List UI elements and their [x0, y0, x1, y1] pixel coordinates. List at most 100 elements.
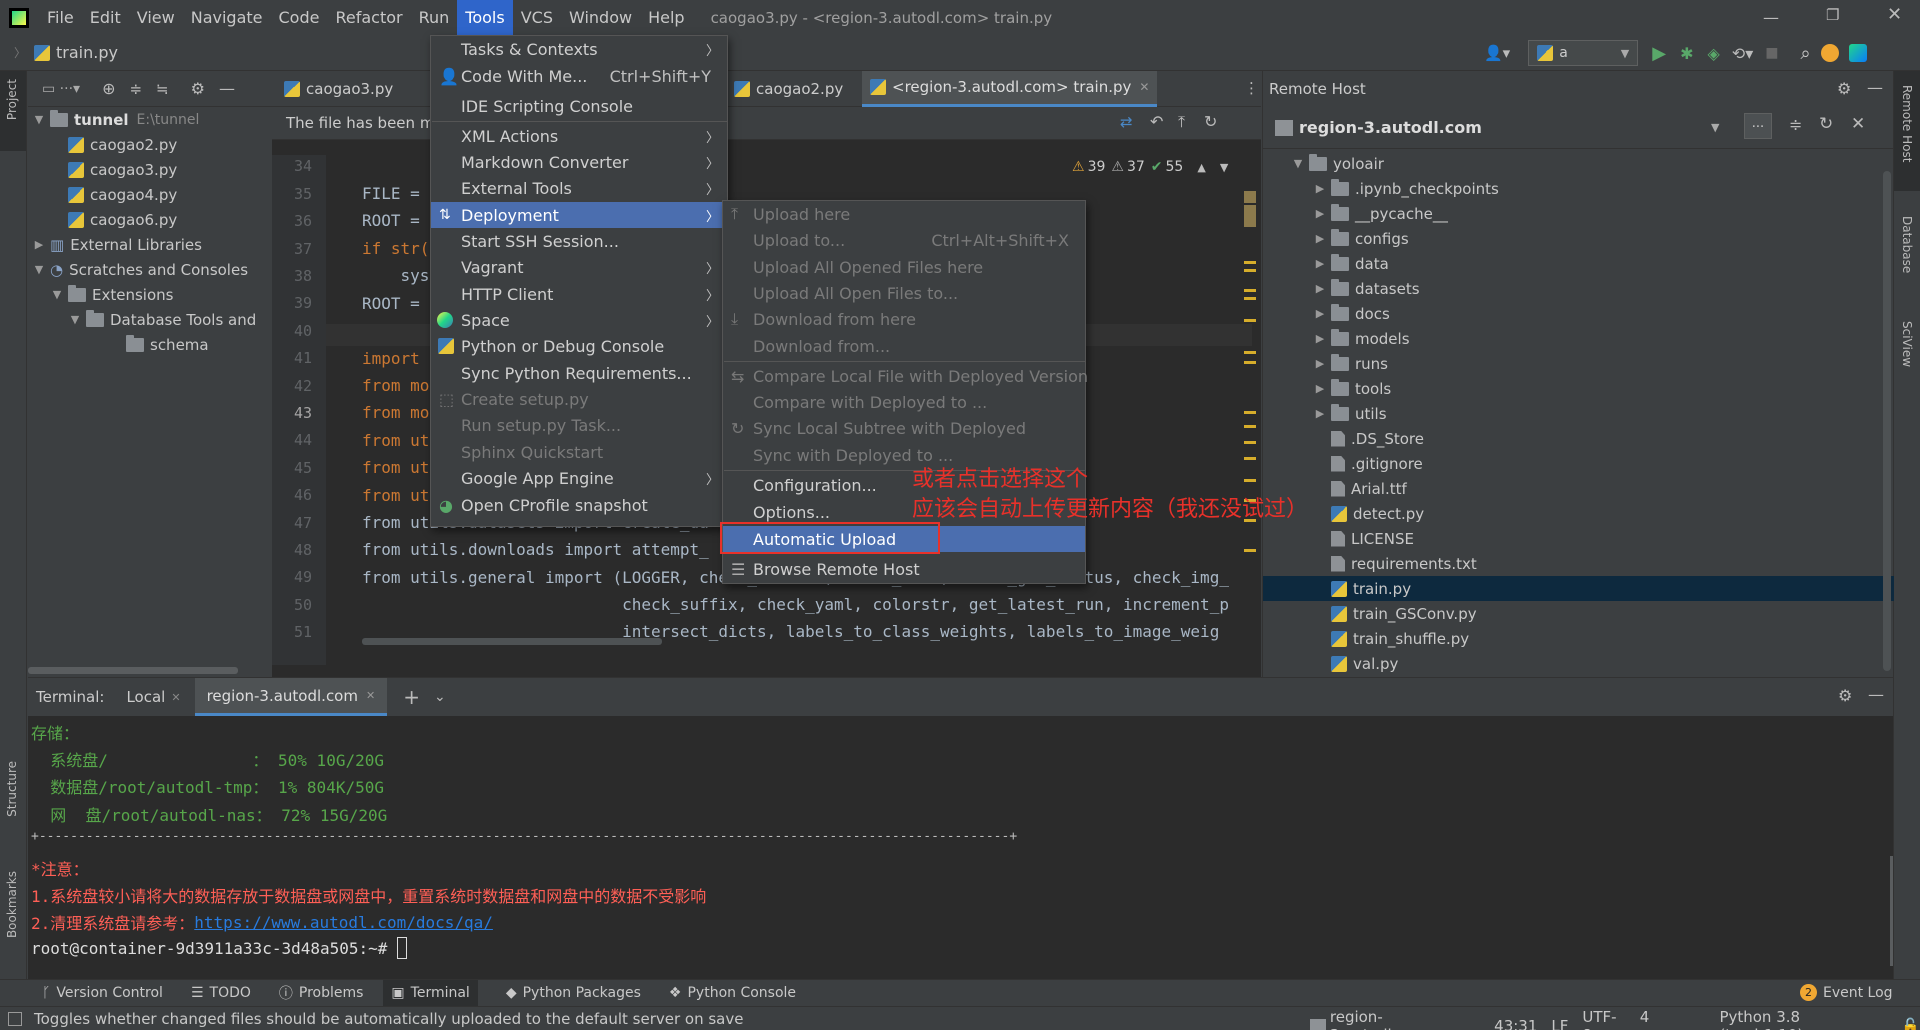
- run-icon[interactable]: ▶: [1652, 43, 1666, 64]
- todo-tab[interactable]: ☰ TODO: [191, 985, 251, 1001]
- menu-tools[interactable]: Tools: [457, 0, 513, 35]
- hide-panel-icon[interactable]: —: [1868, 685, 1884, 704]
- remote-item-requirements[interactable]: requirements.txt: [1263, 551, 1894, 576]
- status-caret-position[interactable]: 43:31: [1494, 1017, 1537, 1030]
- remote-item-ds-store[interactable]: .DS_Store: [1263, 426, 1894, 451]
- menu-item-google-app-engine[interactable]: Google App Engine 〉: [431, 465, 727, 491]
- remote-item-arial[interactable]: Arial.ttf: [1263, 476, 1894, 501]
- problems-tab[interactable]: ⓘ Problems: [279, 983, 364, 1003]
- coverage-icon[interactable]: ◈: [1707, 44, 1719, 63]
- menu-item-http-client[interactable]: HTTP Client 〉: [431, 281, 727, 307]
- menu-run[interactable]: Run: [411, 0, 458, 35]
- lock-icon[interactable]: 🔓: [1901, 1017, 1920, 1030]
- status-toggle-icon[interactable]: [8, 1011, 22, 1026]
- menu-item-deployment[interactable]: ⇅ Deployment 〉: [431, 202, 727, 228]
- status-line-separator[interactable]: LF: [1551, 1017, 1568, 1030]
- status-indent[interactable]: 4 spaces: [1640, 1008, 1706, 1030]
- tree-item-extensions[interactable]: ▼ Extensions: [28, 282, 272, 307]
- menu-item-browse-remote-host[interactable]: ☰ Browse Remote Host: [723, 556, 1085, 582]
- menu-item-sync-requirements[interactable]: Sync Python Requirements...: [431, 360, 727, 386]
- chevron-down-icon[interactable]: ▼: [1220, 161, 1228, 174]
- python-packages-tab[interactable]: ◆ Python Packages: [506, 985, 641, 1001]
- search-icon[interactable]: ⌕: [1800, 43, 1810, 64]
- update-icon[interactable]: [1820, 44, 1839, 62]
- inspection-widget[interactable]: ⚠ 39 ⚠ 37 ✔ 55 ▲ ▼: [1072, 159, 1228, 175]
- remote-item-train-shuffle[interactable]: train_shuffle.py: [1263, 626, 1894, 651]
- database-tool-label[interactable]: Database: [1900, 216, 1914, 273]
- menu-item-ide-scripting[interactable]: IDE Scripting Console: [431, 93, 727, 119]
- status-encoding[interactable]: UTF-8: [1582, 1008, 1625, 1030]
- tree-item-database-tools[interactable]: ▼ Database Tools and: [28, 307, 272, 332]
- menu-item-tasks-contexts[interactable]: Tasks & Contexts 〉: [431, 36, 727, 62]
- restore-icon[interactable]: ❐: [1826, 6, 1839, 24]
- status-interpreter[interactable]: Python 3.8 (torch1.10): [1719, 1008, 1887, 1030]
- refresh-icon[interactable]: ↻: [1819, 114, 1833, 134]
- hide-panel-icon[interactable]: —: [219, 79, 235, 98]
- user-icon[interactable]: 👤▾: [1484, 44, 1510, 62]
- close-tab-icon[interactable]: ✕: [171, 691, 180, 704]
- menu-view[interactable]: View: [129, 0, 183, 35]
- remote-item-utils[interactable]: ▶ utils: [1263, 401, 1894, 426]
- collapse-icon[interactable]: ≑: [1789, 115, 1802, 134]
- tree-item-caogao6[interactable]: caogao6.py: [28, 207, 272, 232]
- tree-item-schema[interactable]: schema: [28, 332, 272, 357]
- stop-icon[interactable]: ■: [1765, 45, 1778, 61]
- close-window-icon[interactable]: ✕: [1887, 4, 1902, 25]
- menu-code[interactable]: Code: [271, 0, 328, 35]
- terminal-tab[interactable]: ▣ Terminal: [383, 980, 478, 1006]
- menu-item-download-here[interactable]: ⤓ Download from here: [723, 306, 1085, 332]
- terminal-tab-local[interactable]: Local ✕: [126, 688, 180, 706]
- tab-caogao3[interactable]: caogao3.py: [272, 71, 405, 107]
- menu-item-cprofile[interactable]: ◕ Open CProfile snapshot: [431, 492, 727, 518]
- gear-icon[interactable]: ⚙: [1838, 686, 1852, 705]
- tab-caogao2[interactable]: caogao2.py: [726, 71, 851, 107]
- status-server[interactable]: region-3.autodl.com: [1330, 1008, 1480, 1030]
- chevron-down-icon[interactable]: ⌄: [434, 689, 446, 705]
- remote-item-models[interactable]: ▶ models: [1263, 326, 1894, 351]
- remote-host-tool-label[interactable]: Remote Host: [1900, 85, 1914, 162]
- remote-item-yoloair[interactable]: ▼ yoloair: [1263, 151, 1894, 176]
- view-mode-icon[interactable]: ▭ ···▾: [42, 81, 80, 97]
- menu-item-markdown-converter[interactable]: Markdown Converter 〉: [431, 149, 727, 175]
- run-config-select[interactable]: a ▼: [1528, 40, 1639, 66]
- tree-item-caogao4[interactable]: caogao4.py: [28, 182, 272, 207]
- terminal-output[interactable]: 存储： 系统盘/ ： 50% 10G/20G 数据盘/root/autodl-t…: [28, 716, 1893, 980]
- menu-item-start-ssh[interactable]: Start SSH Session...: [431, 228, 727, 254]
- collapse-all-icon[interactable]: ≒: [156, 80, 169, 98]
- remote-item-detect[interactable]: detect.py: [1263, 501, 1894, 526]
- remote-vertical-scrollbar[interactable]: [1883, 171, 1891, 671]
- bookmarks-tool-label[interactable]: Bookmarks: [5, 871, 19, 938]
- tree-item-external-libraries[interactable]: ▶ ▥ External Libraries: [28, 232, 272, 257]
- menu-item-space[interactable]: Space 〉: [431, 307, 727, 333]
- add-tab-icon[interactable]: +: [403, 685, 420, 709]
- jetbrains-icon[interactable]: [1848, 44, 1867, 62]
- profile-icon[interactable]: ⟲▾: [1732, 44, 1753, 63]
- refresh-icon[interactable]: ↻: [1204, 112, 1217, 131]
- tree-item-scratches[interactable]: ▼ ◔ Scratches and Consoles: [28, 257, 272, 282]
- remote-item-configs[interactable]: ▶ configs: [1263, 226, 1894, 251]
- menu-item-compare-deployed[interactable]: Compare with Deployed to ...: [723, 389, 1085, 415]
- menu-item-python-console[interactable]: Python or Debug Console: [431, 333, 727, 359]
- remote-item-ipynb[interactable]: ▶ .ipynb_checkpoints: [1263, 176, 1894, 201]
- locate-icon[interactable]: ⊕: [102, 79, 115, 98]
- menu-item-upload-all-to[interactable]: Upload All Open Files to...: [723, 280, 1085, 306]
- server-name[interactable]: region-3.autodl.com: [1299, 118, 1482, 137]
- gear-icon[interactable]: ⚙: [1837, 79, 1851, 98]
- tree-item-caogao2[interactable]: caogao2.py: [28, 132, 272, 157]
- menu-item-run-setup[interactable]: Run setup.py Task...: [431, 412, 727, 438]
- menu-file[interactable]: File: [39, 0, 82, 35]
- menu-item-upload-to[interactable]: Upload to... Ctrl+Alt+Shift+X: [723, 227, 1085, 253]
- sync-icon[interactable]: ⇄: [1120, 113, 1133, 131]
- close-tab-icon[interactable]: ✕: [1139, 80, 1149, 94]
- version-control-tab[interactable]: ᚴ Version Control: [42, 985, 163, 1001]
- menu-help[interactable]: Help: [640, 0, 692, 35]
- remote-item-runs[interactable]: ▶ runs: [1263, 351, 1894, 376]
- menu-item-create-setup[interactable]: ⬚ Create setup.py: [431, 386, 727, 412]
- close-icon[interactable]: ✕: [1851, 114, 1865, 134]
- close-tab-icon[interactable]: ✕: [366, 689, 375, 702]
- sciview-tool-label[interactable]: SciView: [1900, 321, 1914, 367]
- menu-item-upload-all-here[interactable]: Upload All Opened Files here: [723, 254, 1085, 280]
- gear-icon[interactable]: ⚙: [191, 79, 205, 98]
- project-tool-label[interactable]: Project: [5, 79, 19, 120]
- remote-item-data[interactable]: ▶ data: [1263, 251, 1894, 276]
